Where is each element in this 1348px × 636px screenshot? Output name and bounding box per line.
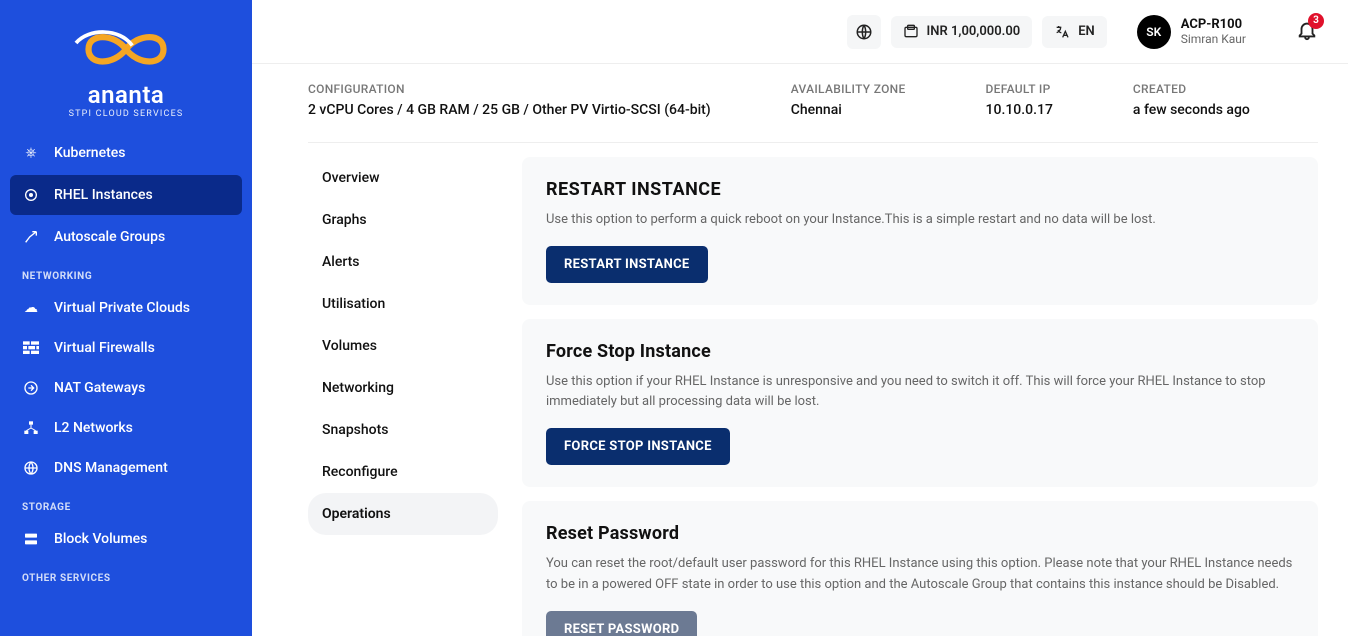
logo-infinity-icon <box>51 18 201 81</box>
tab-networking[interactable]: Networking <box>308 367 498 409</box>
sidebar-item-label: DNS Management <box>54 460 168 476</box>
tab-list: Overview Graphs Alerts Utilisation Volum… <box>308 157 498 636</box>
storage-icon <box>22 530 40 548</box>
content-area: CONFIGURATION 2 vCPU Cores / 4 GB RAM / … <box>252 64 1348 636</box>
brand-name: ananta <box>0 81 252 109</box>
operations-cards: RESTART INSTANCE Use this option to perf… <box>522 157 1318 636</box>
nat-icon <box>22 379 40 397</box>
firewall-icon <box>22 339 40 357</box>
brand-tagline: STPI CLOUD SERVICES <box>0 109 252 119</box>
info-created: CREATED a few seconds ago <box>1133 82 1250 118</box>
sidebar-item-vpc[interactable]: ☁ Virtual Private Clouds <box>0 288 252 328</box>
tab-operations[interactable]: Operations <box>308 493 498 535</box>
tab-utilisation[interactable]: Utilisation <box>308 283 498 325</box>
notification-badge: 3 <box>1308 13 1324 29</box>
language-text: EN <box>1078 24 1095 39</box>
panel-layout: Overview Graphs Alerts Utilisation Volum… <box>308 157 1318 636</box>
sidebar-item-label: Block Volumes <box>54 531 147 547</box>
reset-password-button[interactable]: RESET PASSWORD <box>546 611 697 636</box>
main: INR 1,00,000.00 EN SK ACP-R100 Simran Ka… <box>252 0 1348 636</box>
tab-graphs[interactable]: Graphs <box>308 199 498 241</box>
sidebar-item-label: Kubernetes <box>54 145 125 161</box>
card-reset-password: Reset Password You can reset the root/de… <box>522 501 1318 636</box>
balance-text: INR 1,00,000.00 <box>927 24 1021 39</box>
network-icon <box>22 419 40 437</box>
info-label: DEFAULT IP <box>986 82 1053 96</box>
force-stop-button[interactable]: FORCE STOP INSTANCE <box>546 428 730 465</box>
account-code: ACP-R100 <box>1181 17 1246 33</box>
info-zone: AVAILABILITY ZONE Chennai <box>791 82 906 118</box>
info-value: 10.10.0.17 <box>986 102 1053 118</box>
info-label: AVAILABILITY ZONE <box>791 82 906 96</box>
language-selector[interactable]: EN <box>1042 16 1107 48</box>
tab-overview[interactable]: Overview <box>308 157 498 199</box>
sidebar-item-label: L2 Networks <box>54 420 133 436</box>
tab-alerts[interactable]: Alerts <box>308 241 498 283</box>
sidebar-item-label: NAT Gateways <box>54 380 145 396</box>
topbar: INR 1,00,000.00 EN SK ACP-R100 Simran Ka… <box>252 0 1348 64</box>
sidebar-item-dns[interactable]: DNS Management <box>0 448 252 488</box>
info-value: a few seconds ago <box>1133 102 1250 118</box>
globe-icon <box>22 459 40 477</box>
section-storage: STORAGE <box>0 488 252 519</box>
sidebar-item-l2[interactable]: L2 Networks <box>0 408 252 448</box>
user-account[interactable]: SK ACP-R100 Simran Kaur <box>1137 15 1246 49</box>
info-configuration: CONFIGURATION 2 vCPU Cores / 4 GB RAM / … <box>308 82 711 118</box>
globe-icon <box>855 23 873 41</box>
info-value: 2 vCPU Cores / 4 GB RAM / 25 GB / Other … <box>308 102 711 118</box>
instance-info-row: CONFIGURATION 2 vCPU Cores / 4 GB RAM / … <box>308 64 1318 143</box>
sidebar: ananta STPI CLOUD SERVICES ⎈ Kubernetes … <box>0 0 252 636</box>
tab-snapshots[interactable]: Snapshots <box>308 409 498 451</box>
card-force-stop: Force Stop Instance Use this option if y… <box>522 319 1318 487</box>
sidebar-item-autoscale[interactable]: Autoscale Groups <box>0 217 252 257</box>
translate-icon <box>1054 24 1070 40</box>
info-label: CONFIGURATION <box>308 82 711 96</box>
account-name: Simran Kaur <box>1181 32 1246 46</box>
sidebar-item-firewalls[interactable]: Virtual Firewalls <box>0 328 252 368</box>
avatar: SK <box>1137 15 1171 49</box>
sidebar-item-label: Autoscale Groups <box>54 229 165 245</box>
sidebar-item-kubernetes[interactable]: ⎈ Kubernetes <box>0 133 252 173</box>
balance-display[interactable]: INR 1,00,000.00 <box>891 16 1033 48</box>
notifications-button[interactable]: 3 <box>1296 19 1318 45</box>
sidebar-item-block-volumes[interactable]: Block Volumes <box>0 519 252 559</box>
sidebar-item-nat[interactable]: NAT Gateways <box>0 368 252 408</box>
tab-volumes[interactable]: Volumes <box>308 325 498 367</box>
server-icon <box>22 186 40 204</box>
brand-logo[interactable]: ananta STPI CLOUD SERVICES <box>0 0 252 129</box>
card-description: You can reset the root/default user pass… <box>546 554 1294 594</box>
card-title: RESTART INSTANCE <box>546 179 1294 200</box>
info-ip: DEFAULT IP 10.10.0.17 <box>986 82 1053 118</box>
sidebar-item-rhel-instances[interactable]: RHEL Instances <box>10 175 242 215</box>
info-label: CREATED <box>1133 82 1250 96</box>
autoscale-icon <box>22 228 40 246</box>
kubernetes-icon: ⎈ <box>22 144 40 162</box>
card-title: Reset Password <box>546 523 1294 544</box>
sidebar-item-label: Virtual Firewalls <box>54 340 155 356</box>
wallet-icon <box>903 24 919 40</box>
sidebar-item-label: Virtual Private Clouds <box>54 300 190 316</box>
tab-reconfigure[interactable]: Reconfigure <box>308 451 498 493</box>
info-value: Chennai <box>791 102 906 118</box>
restart-instance-button[interactable]: RESTART INSTANCE <box>546 246 708 283</box>
sidebar-item-label: RHEL Instances <box>54 187 153 203</box>
section-other: OTHER SERVICES <box>0 559 252 590</box>
card-restart: RESTART INSTANCE Use this option to perf… <box>522 157 1318 305</box>
cloud-icon: ☁ <box>22 299 40 317</box>
card-title: Force Stop Instance <box>546 341 1294 362</box>
card-description: Use this option to perform a quick reboo… <box>546 210 1294 230</box>
globe-button[interactable] <box>847 15 881 49</box>
card-description: Use this option if your RHEL Instance is… <box>546 372 1294 412</box>
user-text: ACP-R100 Simran Kaur <box>1181 17 1246 47</box>
section-networking: NETWORKING <box>0 257 252 288</box>
